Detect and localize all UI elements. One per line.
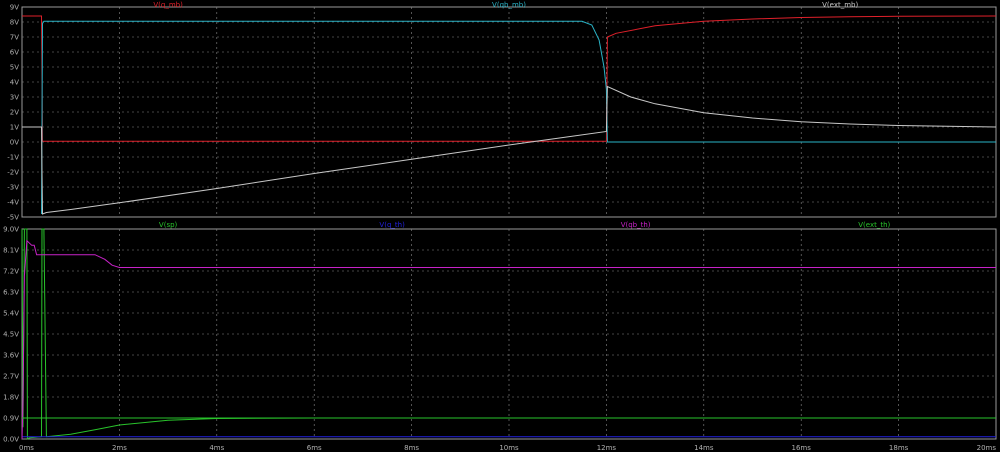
legend-label[interactable]: V(ext_mb) xyxy=(822,1,858,9)
y-tick-label: 8.1V xyxy=(3,247,19,255)
y-tick-label: 5V xyxy=(10,64,19,72)
y-tick-label: 6V xyxy=(10,49,19,57)
waveform-viewer: 9V 8V 7V 6V 5V 4V 3V 2V 1V 0V -1V -2V -3V -4V -5V V(q_… xyxy=(0,0,1000,452)
x-tick-label: 10ms xyxy=(499,444,519,452)
legend-label[interactable]: V(sp) xyxy=(159,221,178,229)
x-tick-label: 14ms xyxy=(694,444,714,452)
y-tick-label: 7V xyxy=(10,34,19,42)
x-tick-label: 16ms xyxy=(792,444,812,452)
y-tick-label: -4V xyxy=(7,199,19,207)
y-tick-label: 6.3V xyxy=(3,289,19,297)
y-tick-label: 4V xyxy=(10,79,19,87)
legend-label[interactable]: V(qb_th) xyxy=(621,221,651,229)
x-tick-label: 12ms xyxy=(597,444,617,452)
y-tick-label: 9V xyxy=(10,4,19,12)
y-tick-label: 7.2V xyxy=(3,268,19,276)
x-tick-label: 20ms xyxy=(977,444,997,452)
y-tick-label: 0V xyxy=(10,139,19,147)
x-tick-label: 4ms xyxy=(209,444,224,452)
y-tick-label: 5.4V xyxy=(3,310,19,318)
y-tick-label: 4.5V xyxy=(3,331,19,339)
y-tick-label: 3.6V xyxy=(3,352,19,360)
x-tick-label: 18ms xyxy=(889,444,909,452)
y-tick-label: -1V xyxy=(7,154,19,162)
legend-label[interactable]: V(qb_mb) xyxy=(492,1,526,9)
legend-label[interactable]: V(q_th) xyxy=(379,221,405,229)
y-tick-label: -5V xyxy=(7,214,19,222)
y-tick-label: 9.0V xyxy=(3,226,19,234)
viewer-background xyxy=(0,0,1000,452)
legend-label[interactable]: V(q_mb) xyxy=(153,1,183,9)
y-tick-label: 2V xyxy=(10,109,19,117)
x-tick-label: 0ms xyxy=(19,444,34,452)
y-tick-label: 8V xyxy=(10,19,19,27)
y-tick-label: -2V xyxy=(7,169,19,177)
x-tick-label: 2ms xyxy=(112,444,127,452)
x-tick-label: 6ms xyxy=(307,444,322,452)
y-tick-label: 0.9V xyxy=(3,415,19,423)
y-tick-label: 3V xyxy=(10,94,19,102)
y-tick-label: 1.8V xyxy=(3,394,19,402)
legend-label[interactable]: V(ext_th) xyxy=(858,221,890,229)
y-tick-label: -3V xyxy=(7,184,19,192)
y-tick-label: 1V xyxy=(10,124,19,132)
top-y-tick-labels: 9V 8V 7V 6V 5V 4V 3V 2V 1V 0V -1V -2V -3V -4V -5V xyxy=(7,4,19,222)
y-tick-label: 0.0V xyxy=(3,436,19,444)
x-tick-label: 8ms xyxy=(404,444,419,452)
y-tick-label: 2.7V xyxy=(3,373,19,381)
